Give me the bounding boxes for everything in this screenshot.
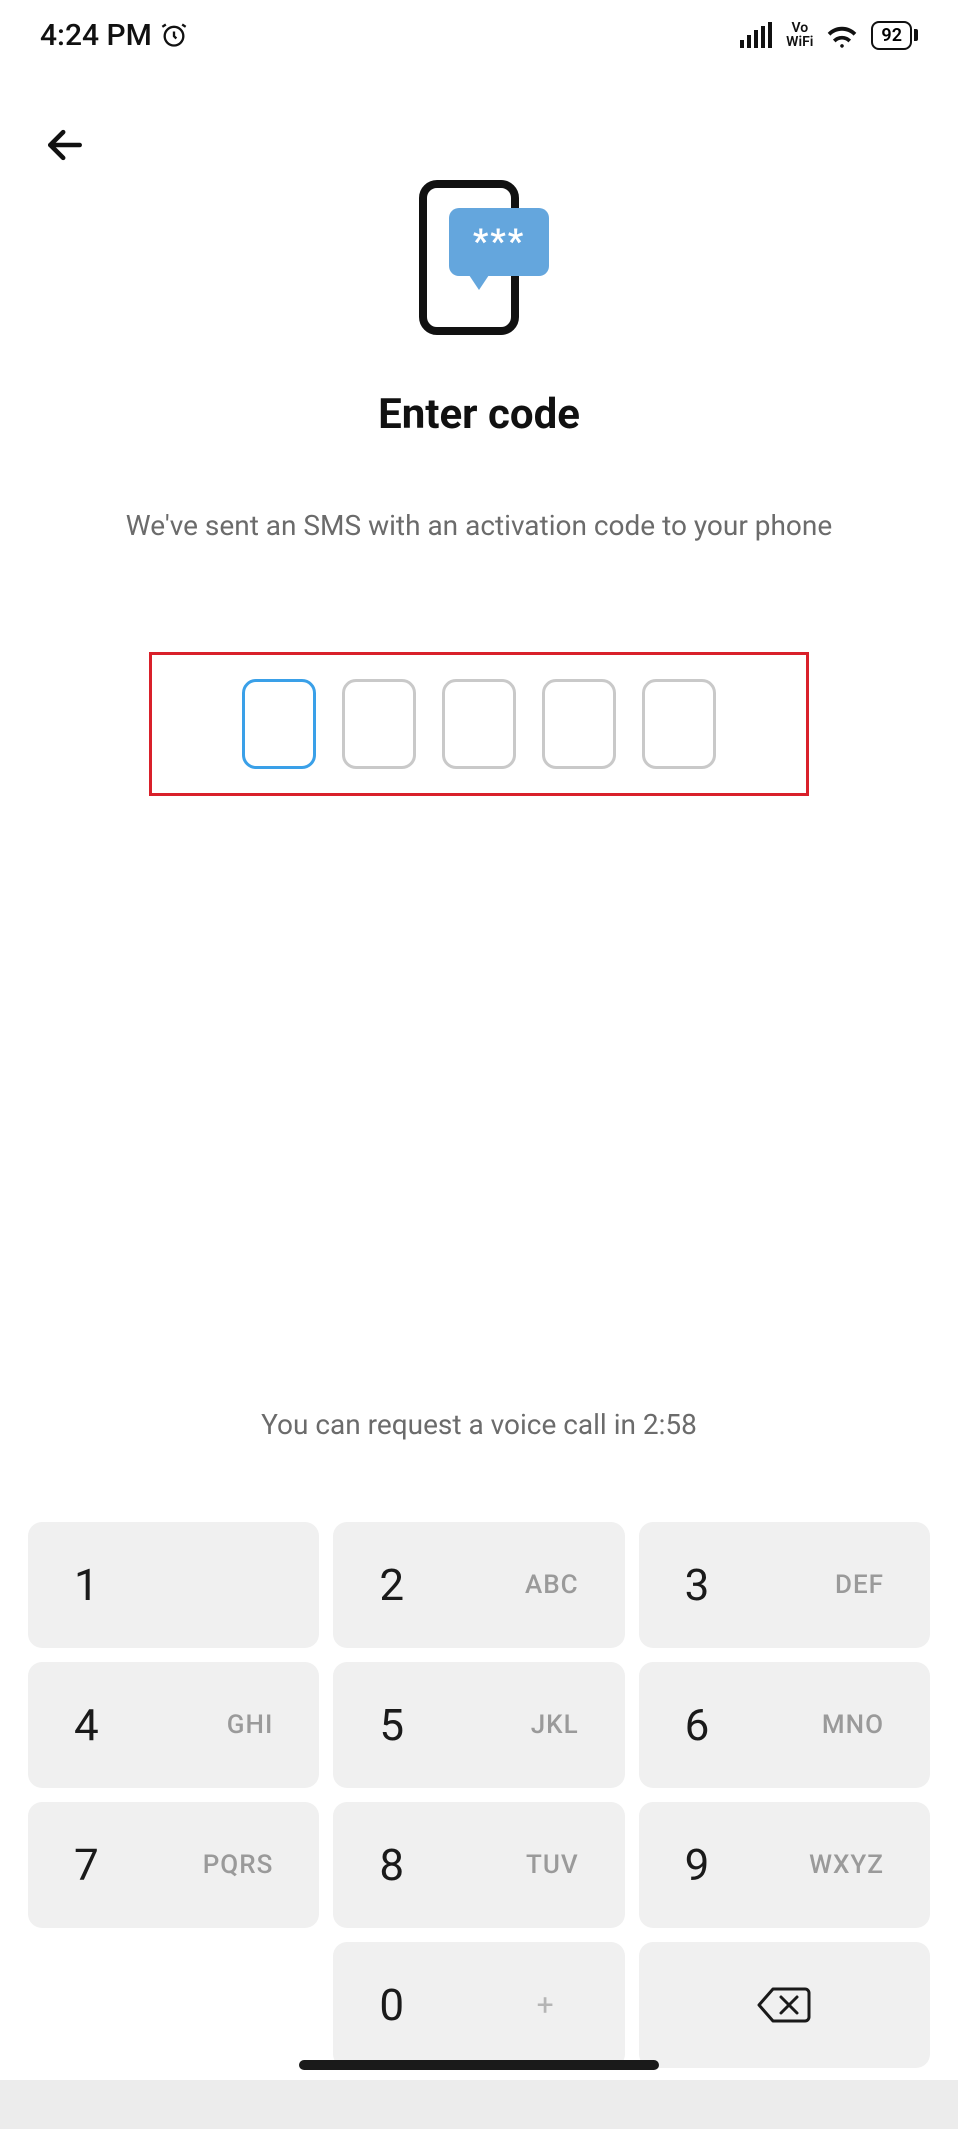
code-digit-5[interactable] <box>642 679 716 769</box>
backspace-icon <box>757 1985 811 2025</box>
key-7[interactable]: 7 PQRS <box>28 1802 319 1928</box>
code-digit-2[interactable] <box>342 679 416 769</box>
key-letters: DEF <box>835 1570 884 1600</box>
key-letters: ABC <box>525 1570 579 1600</box>
key-digit: 3 <box>685 1559 710 1611</box>
key-digit: 6 <box>685 1699 710 1751</box>
battery-tip <box>914 29 918 41</box>
key-letters: PQRS <box>203 1850 274 1880</box>
key-3[interactable]: 3 DEF <box>639 1522 930 1648</box>
key-letters: TUV <box>526 1850 579 1880</box>
vowifi-bottom: WiFi <box>786 35 813 49</box>
status-time: 4:24 PM <box>40 18 152 53</box>
status-left: 4:24 PM <box>40 18 188 53</box>
key-letters: JKL <box>531 1710 579 1740</box>
code-digit-4[interactable] <box>542 679 616 769</box>
key-digit: 4 <box>74 1699 99 1751</box>
code-digit-1[interactable] <box>242 679 316 769</box>
vowifi-indicator: Vo WiFi <box>786 21 813 49</box>
key-digit: 9 <box>685 1839 710 1891</box>
status-bar: 4:24 PM Vo WiFi <box>0 0 958 70</box>
key-digit: 1 <box>74 1559 99 1611</box>
code-digit-3[interactable] <box>442 679 516 769</box>
key-letters: MNO <box>822 1710 884 1740</box>
page-subtitle: We've sent an SMS with an activation cod… <box>76 509 882 542</box>
speech-stars: *** <box>473 222 525 262</box>
speech-bubble-icon: *** <box>449 208 549 276</box>
status-right: Vo WiFi 92 <box>740 21 918 50</box>
voice-call-countdown: You can request a voice call in 2:58 <box>0 1408 958 1441</box>
key-blank <box>28 1942 319 2068</box>
key-letters: WXYZ <box>809 1850 884 1880</box>
battery-level: 92 <box>871 21 912 50</box>
key-5[interactable]: 5 JKL <box>333 1662 624 1788</box>
key-backspace[interactable] <box>639 1942 930 2068</box>
wifi-icon <box>825 22 859 48</box>
key-digit: 0 <box>379 1979 404 2031</box>
key-4[interactable]: 4 GHI <box>28 1662 319 1788</box>
key-letters: + <box>537 1988 555 2023</box>
key-digit: 8 <box>379 1839 404 1891</box>
key-6[interactable]: 6 MNO <box>639 1662 930 1788</box>
key-0[interactable]: 0 + <box>333 1942 624 2068</box>
key-8[interactable]: 8 TUV <box>333 1802 624 1928</box>
vowifi-top: Vo <box>786 21 813 35</box>
numeric-keypad: 1 2 ABC 3 DEF 4 GHI 5 JKL 6 MNO 7 PQRS 8… <box>0 1522 958 2068</box>
page-title: Enter code <box>378 390 580 439</box>
hero: *** Enter code We've sent an SMS with an… <box>0 170 958 542</box>
key-9[interactable]: 9 WXYZ <box>639 1802 930 1928</box>
key-digit: 5 <box>379 1699 404 1751</box>
battery-indicator: 92 <box>871 21 918 50</box>
header <box>0 70 958 170</box>
code-input-group <box>149 652 809 796</box>
key-2[interactable]: 2 ABC <box>333 1522 624 1648</box>
back-button[interactable] <box>40 120 90 170</box>
alarm-icon <box>160 21 188 49</box>
key-letters: GHI <box>227 1710 274 1740</box>
key-1[interactable]: 1 <box>28 1522 319 1648</box>
key-digit: 7 <box>74 1839 99 1891</box>
bottom-strip <box>0 2080 958 2129</box>
cell-signal-icon <box>740 22 774 48</box>
key-digit: 2 <box>379 1559 404 1611</box>
phone-code-illustration: *** <box>409 180 549 340</box>
home-indicator[interactable] <box>299 2060 659 2070</box>
